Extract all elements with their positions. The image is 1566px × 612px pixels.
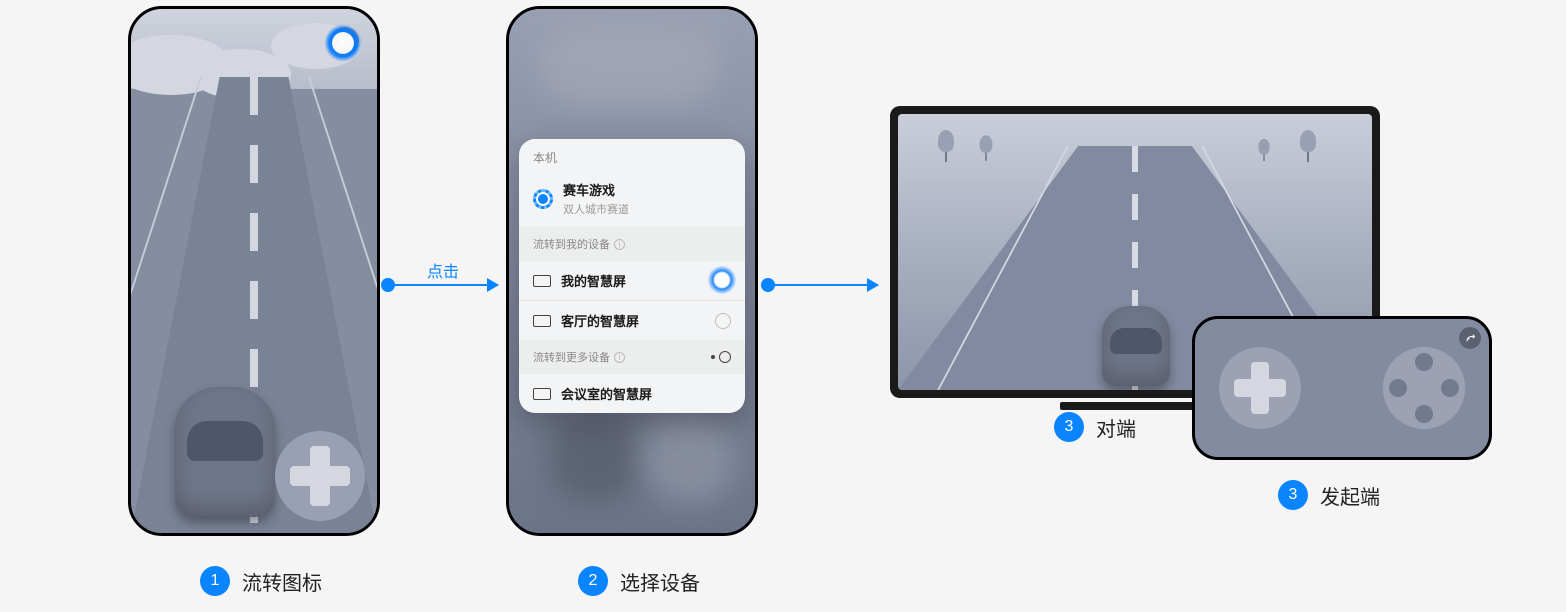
cast-highlight (321, 21, 365, 65)
device-panel: 本机 赛车游戏 双人城市赛道 流转到我的设备 i 我的智慧屏 客厅的智慧屏 流转… (519, 139, 745, 413)
info-icon[interactable]: i (614, 239, 625, 250)
device-row-more-1[interactable]: 会议室的智慧屏 (519, 374, 745, 413)
screen-icon (533, 275, 551, 287)
controller-buttons[interactable] (1383, 347, 1465, 429)
step-num: 2 (578, 566, 608, 596)
section-more-devices: 流转到更多设备 i (519, 340, 745, 374)
current-app-row: 赛车游戏 双人城市赛道 (519, 170, 745, 227)
selected-dot-icon (533, 189, 553, 209)
dot-icon (711, 355, 715, 359)
phone-step-1 (128, 6, 380, 536)
local-header: 本机 (519, 139, 745, 170)
arrow-1: 点击 (388, 284, 498, 286)
cast-icon[interactable] (1459, 327, 1481, 349)
dpad[interactable] (275, 431, 365, 521)
arrow-label: 点击 (427, 258, 459, 282)
arrow-2 (768, 284, 878, 286)
section-my-devices: 流转到我的设备 i (519, 227, 745, 261)
step-1-label: 1 流转图标 (200, 566, 322, 596)
step-num: 3 (1054, 412, 1084, 442)
app-subtitle: 双人城市赛道 (563, 201, 629, 217)
screen-icon (533, 315, 551, 327)
info-icon[interactable]: i (614, 352, 625, 363)
controller-initiator (1192, 316, 1492, 460)
game-screen (131, 9, 377, 533)
select-highlight (705, 263, 739, 297)
device-row-my-1[interactable]: 我的智慧屏 (519, 261, 745, 300)
car (175, 387, 275, 527)
phone-step-2: 本机 赛车游戏 双人城市赛道 流转到我的设备 i 我的智慧屏 客厅的智慧屏 流转… (506, 6, 758, 536)
controller-dpad[interactable] (1219, 347, 1301, 429)
step-num: 1 (200, 566, 230, 596)
device-row-my-2[interactable]: 客厅的智慧屏 (519, 300, 745, 340)
screen-icon (533, 388, 551, 400)
step-num: 3 (1278, 480, 1308, 510)
app-name: 赛车游戏 (563, 180, 629, 199)
tv-car (1102, 306, 1170, 390)
step-3b-label: 3 发起端 (1278, 480, 1380, 510)
radio-icon (715, 313, 731, 329)
step-3a-label: 3 对端 (1054, 412, 1136, 442)
step-2-label: 2 选择设备 (578, 566, 700, 596)
ring-icon (719, 351, 731, 363)
